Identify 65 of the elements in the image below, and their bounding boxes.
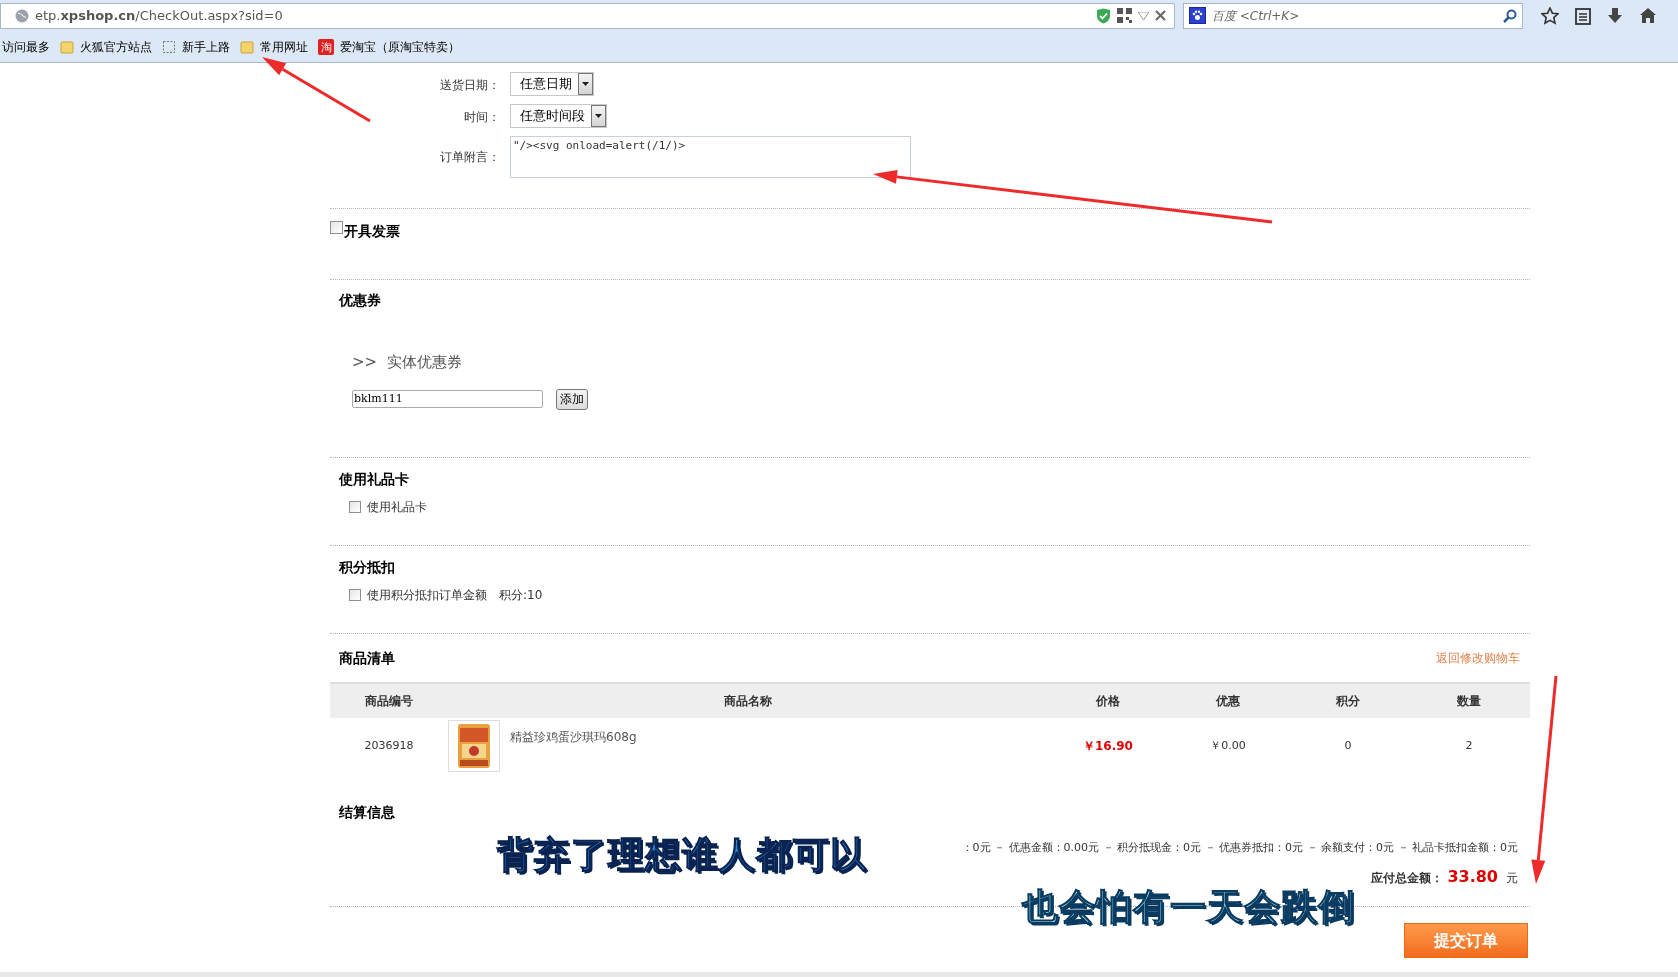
home-icon[interactable] <box>1639 7 1657 24</box>
download-icon[interactable] <box>1607 6 1623 25</box>
table-cell-text: ￥0.00 <box>1209 737 1247 754</box>
field-label: 时间： <box>463 109 501 126</box>
table-cell-text: 2036918 <box>363 737 415 754</box>
total-amount: 33.80 <box>1447 865 1498 888</box>
checkbox-label: 使用礼品卡 <box>367 499 427 516</box>
checkbox[interactable] <box>349 501 361 513</box>
clipboard-icon[interactable] <box>1575 6 1591 25</box>
paw-icon[interactable] <box>1189 7 1206 24</box>
chevron-marker: >> <box>352 352 378 373</box>
section-title: 商品清单 <box>339 648 395 668</box>
search-icon[interactable] <box>1503 8 1517 23</box>
product-name[interactable]: 精益珍鸡蛋沙琪玛608g <box>510 720 637 746</box>
table-cell-text: 2 <box>1464 737 1474 754</box>
qr-code-icon[interactable] <box>1117 8 1132 23</box>
coupon-code-field[interactable]: bklm111 <box>352 390 543 408</box>
bookmark[interactable]: 火狐官方站点 <box>60 38 152 56</box>
bookmark[interactable]: 淘 爱淘宝（原淘宝特卖） <box>318 38 460 56</box>
page-icon <box>162 40 176 54</box>
column-header: 优惠 <box>1214 693 1241 710</box>
section-title: 优惠券 <box>339 291 382 310</box>
subsection-title: 实体优惠券 <box>387 352 463 373</box>
price-cell-text: ￥16.90 <box>1082 738 1134 755</box>
table-cell-text: 0 <box>1343 737 1353 754</box>
star-icon[interactable] <box>1541 6 1559 25</box>
dropdown[interactable]: 任意日期 <box>510 72 594 96</box>
bookmark[interactable]: 新手上路 <box>162 38 230 56</box>
field-label: 订单附言： <box>439 149 501 166</box>
folder-icon <box>60 40 74 54</box>
settlement-breakdown: ：0元 － 优惠金额：0.00元 － 积分抵现金：0元 － 优惠券抵扣：0元 － 余额支付：0元 － 礼品卡抵扣金额：0元 <box>961 840 1518 856</box>
folder-icon <box>240 40 254 54</box>
address-bar[interactable]: etp.xpshop.cn/CheckOut.aspx?sid=0 <box>0 2 1175 29</box>
section-title: 积分抵扣 <box>339 558 396 577</box>
dropdown[interactable]: 任意时间段 <box>510 104 607 128</box>
dropdown-arrow-icon[interactable] <box>1138 11 1149 20</box>
section-title: 结算信息 <box>339 803 396 822</box>
video-caption: 也会怕有一天会跌倒 <box>1022 885 1355 929</box>
search-placeholder: 百度 <Ctrl+K> <box>1212 7 1301 25</box>
search-field[interactable]: 百度 <Ctrl+K> <box>1183 2 1523 29</box>
caret-icon <box>595 114 602 118</box>
video-caption: 背弃了理想谁人都可以 <box>497 833 867 877</box>
caret-icon <box>582 82 589 86</box>
section-title: 开具发票 <box>344 222 400 241</box>
checkbox[interactable] <box>330 221 343 234</box>
section-title: 使用礼品卡 <box>339 470 410 489</box>
bookmark[interactable]: 访问最多 <box>2 38 50 56</box>
checkbox-label: 使用积分抵扣订单金额 <box>367 587 487 604</box>
shield-icon[interactable] <box>1096 7 1111 24</box>
field-label: 送货日期： <box>439 77 501 94</box>
points-balance: 积分:10 <box>499 587 543 604</box>
close-icon[interactable] <box>1155 10 1166 21</box>
currency-label: 元 <box>1506 869 1518 887</box>
add-button[interactable]: 添加 <box>556 388 588 410</box>
message-field[interactable]: "/><svg onload=alert(/1/)> <box>510 136 911 178</box>
column-header: 积分 <box>1335 693 1361 710</box>
shop-logo-icon: 淘 <box>318 39 334 55</box>
url-text: etp.xpshop.cn/CheckOut.aspx?sid=0 <box>35 6 284 25</box>
total-label: 应付总金额： <box>1371 869 1444 887</box>
column-header: 商品名称 <box>723 693 773 710</box>
column-header: 价格 <box>1095 693 1121 710</box>
bookmark[interactable]: 常用网址 <box>240 38 308 56</box>
column-header: 商品编号 <box>364 693 414 710</box>
checkbox[interactable] <box>349 589 361 601</box>
column-header: 数量 <box>1456 693 1482 710</box>
